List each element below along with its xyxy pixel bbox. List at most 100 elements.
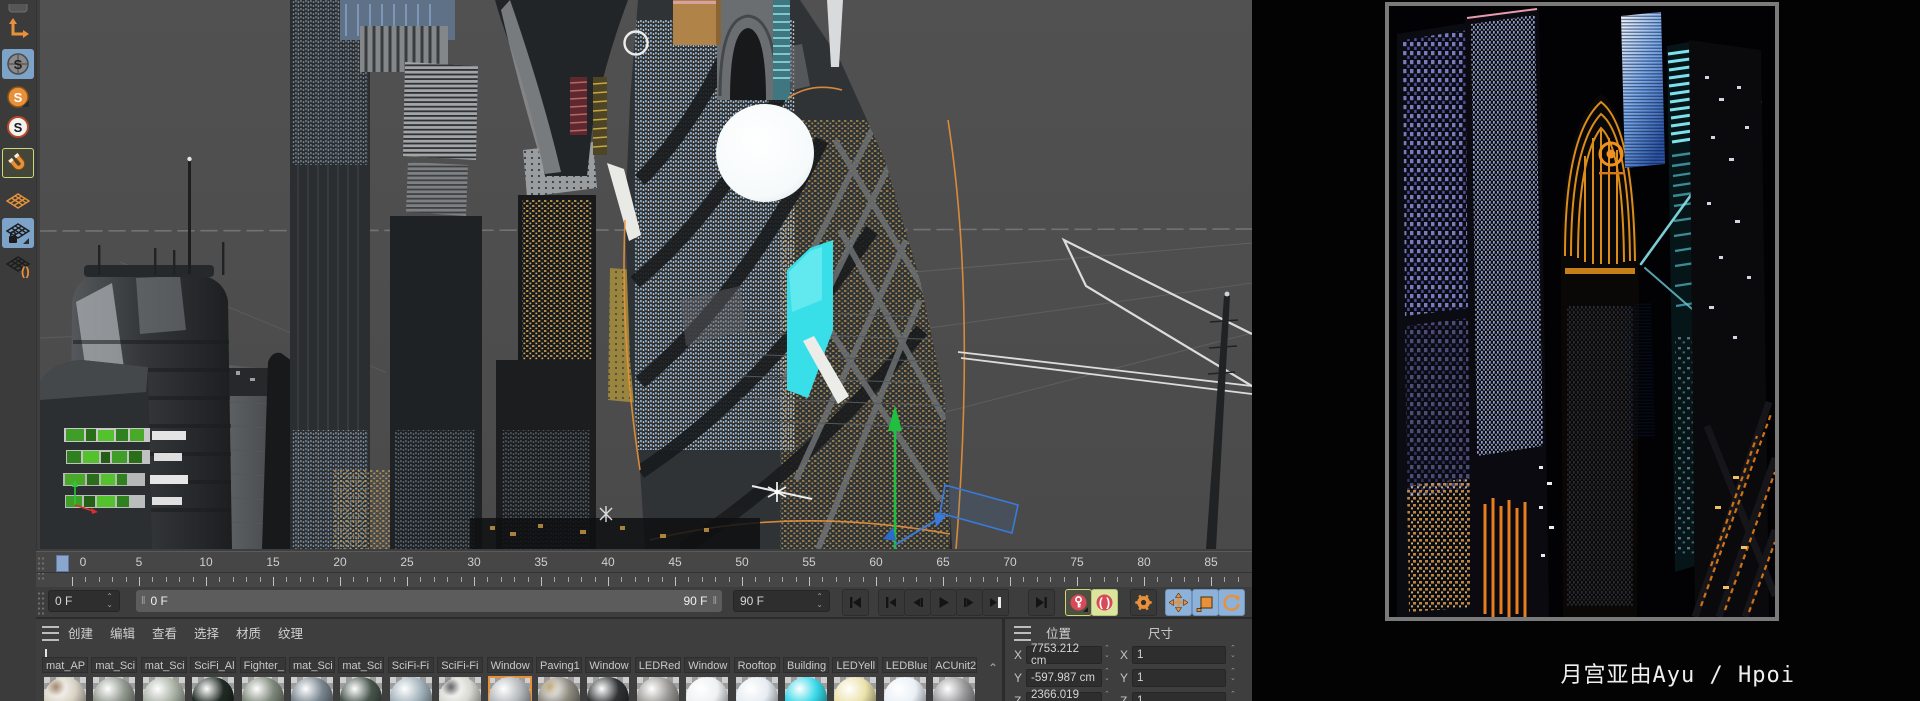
menu-item-4[interactable]: 材质 xyxy=(236,623,261,642)
timeline-playhead[interactable] xyxy=(56,555,69,572)
grid-plane-icon[interactable] xyxy=(2,186,34,216)
material-thumbnail[interactable] xyxy=(587,677,629,701)
size-field[interactable]: 1 xyxy=(1132,692,1226,701)
prev-key-button[interactable] xyxy=(878,589,905,616)
material-label[interactable]: LEDYell xyxy=(832,657,878,673)
material-label[interactable]: SciFi-Fi xyxy=(388,657,434,673)
coord-position-field[interactable]: 2366.019 cm xyxy=(1026,692,1102,701)
material-label[interactable]: LEDRed xyxy=(635,657,681,673)
material-label[interactable]: mat_Sci xyxy=(91,657,137,673)
prev-frame-button[interactable] xyxy=(904,589,931,616)
ruler-tick xyxy=(501,577,502,582)
ruler-tick xyxy=(796,577,797,582)
material-label[interactable]: Rooftop xyxy=(734,657,780,673)
menu-item-3[interactable]: 选择 xyxy=(194,623,219,642)
ruler-tick xyxy=(1117,577,1118,582)
material-label[interactable]: mat_Sci xyxy=(289,657,335,673)
material-thumbnail[interactable] xyxy=(439,677,481,701)
sphere-s-orange-icon[interactable]: S xyxy=(2,82,34,112)
size-stepper[interactable]: ⌃⌄ xyxy=(1230,645,1236,659)
ruler-frame-number: 75 xyxy=(1070,555,1083,569)
material-label[interactable]: Building xyxy=(783,657,829,673)
scroll-up-icon[interactable]: ⌃ xyxy=(988,661,998,675)
material-thumbnail[interactable] xyxy=(884,677,926,701)
coord-stepper[interactable]: ⌃⌄ xyxy=(1104,668,1110,682)
material-label[interactable]: SciFi-Fi xyxy=(437,657,483,673)
ruler-tick xyxy=(447,577,448,582)
ruler-tick xyxy=(702,577,703,582)
goto-end-button[interactable] xyxy=(1028,589,1055,616)
size-stepper[interactable]: ⌃⌄ xyxy=(1230,668,1236,682)
material-thumbnail[interactable] xyxy=(785,677,827,701)
grid-axis-icon[interactable]: () xyxy=(2,251,34,281)
material-label[interactable]: mat_Sci xyxy=(338,657,384,673)
material-thumbnail[interactable] xyxy=(44,677,86,701)
material-label[interactable]: ACUnit2 xyxy=(931,657,977,673)
stepper-carets[interactable]: ⌃⌄ xyxy=(816,593,823,609)
menu-item-1[interactable]: 编辑 xyxy=(110,623,135,642)
next-key-button[interactable] xyxy=(982,589,1009,616)
material-thumbnail[interactable] xyxy=(736,677,778,701)
material-label[interactable]: Paving1 xyxy=(536,657,582,673)
coordinate-axis-icon[interactable] xyxy=(2,14,34,44)
material-label[interactable]: Window xyxy=(684,657,730,673)
current-frame-field[interactable]: 0 F ⌃⌄ xyxy=(48,590,120,612)
material-label[interactable]: Window xyxy=(487,657,533,673)
timeline-ruler[interactable]: 0510152025303540455055606570758085 xyxy=(36,551,1252,587)
material-thumbnail[interactable] xyxy=(143,677,185,701)
ruler-tick xyxy=(822,577,823,582)
transport-grip[interactable] xyxy=(37,591,46,617)
coord-position-field[interactable]: 7753.212 cm xyxy=(1026,646,1102,664)
coord-stepper[interactable]: ⌃⌄ xyxy=(1104,645,1110,659)
material-label[interactable]: mat_AP xyxy=(42,657,88,673)
play-button[interactable] xyxy=(930,589,957,616)
coord-position-field[interactable]: -597.987 cm xyxy=(1026,669,1102,687)
material-label[interactable]: Fighter_ xyxy=(240,657,286,673)
grid-lock-icon[interactable] xyxy=(2,218,34,248)
frame-range-slider[interactable]: ‖ 0 F 90 F ‖ xyxy=(136,590,722,612)
material-thumbnail[interactable] xyxy=(291,677,333,701)
record-keyframe-button[interactable] xyxy=(1065,589,1092,616)
size-stepper[interactable]: ⌃⌄ xyxy=(1230,691,1236,701)
menu-item-5[interactable]: 纹理 xyxy=(278,623,303,642)
material-thumbnail[interactable] xyxy=(340,677,382,701)
rotate-tool-button[interactable] xyxy=(1218,589,1245,616)
material-thumbnail[interactable] xyxy=(242,677,284,701)
size-field[interactable]: 1 xyxy=(1132,646,1226,664)
keying-settings-button[interactable] xyxy=(1130,589,1157,616)
snap-magnet-icon[interactable] xyxy=(2,148,34,178)
material-thumbnail[interactable] xyxy=(390,677,432,701)
sphere-s-white-icon[interactable]: S xyxy=(2,112,34,142)
end-frame-field[interactable]: 90 F ⌃⌄ xyxy=(733,590,830,612)
autokey-button[interactable]: ( ) xyxy=(1091,589,1118,616)
material-thumbnail[interactable] xyxy=(489,677,531,701)
material-thumbnail[interactable] xyxy=(686,677,728,701)
coords-menu-icon[interactable] xyxy=(1014,626,1031,641)
material-thumbnail[interactable] xyxy=(93,677,135,701)
material-label[interactable]: SciFi_Al xyxy=(190,657,236,673)
material-thumbnail[interactable] xyxy=(192,677,234,701)
material-thumbnail[interactable] xyxy=(933,677,975,701)
sphere-s-gray-icon[interactable]: S xyxy=(2,49,34,79)
goto-start-button[interactable] xyxy=(842,589,869,616)
material-thumbnail[interactable] xyxy=(538,677,580,701)
coord-stepper[interactable]: ⌃⌄ xyxy=(1104,691,1110,701)
slider-left-grip[interactable]: ‖ xyxy=(136,595,151,607)
material-label[interactable]: Window xyxy=(585,657,631,673)
move-tool-button[interactable] xyxy=(1165,589,1192,616)
size-field[interactable]: 1 xyxy=(1132,669,1226,687)
material-menu-icon[interactable] xyxy=(42,626,59,641)
material-thumbnail[interactable] xyxy=(834,677,876,701)
stepper-carets[interactable]: ⌃⌄ xyxy=(106,593,113,609)
coordinate-manager: 位置 尺寸 X7753.212 cm⌃⌄X1⌃⌄Y-597.987 cm⌃⌄Y1… xyxy=(1006,619,1252,701)
slider-right-grip[interactable]: ‖ xyxy=(707,595,722,607)
material-thumbnail[interactable] xyxy=(637,677,679,701)
material-label[interactable]: mat_Sci xyxy=(141,657,187,673)
next-frame-button[interactable] xyxy=(956,589,983,616)
material-label[interactable]: LEDBlue xyxy=(882,657,928,673)
scale-tool-button[interactable] xyxy=(1192,589,1219,616)
viewport-3d[interactable] xyxy=(40,0,1252,549)
menu-item-2[interactable]: 查看 xyxy=(152,623,177,642)
ruler-tick xyxy=(353,577,354,582)
menu-item-0[interactable]: 创建 xyxy=(68,623,93,642)
